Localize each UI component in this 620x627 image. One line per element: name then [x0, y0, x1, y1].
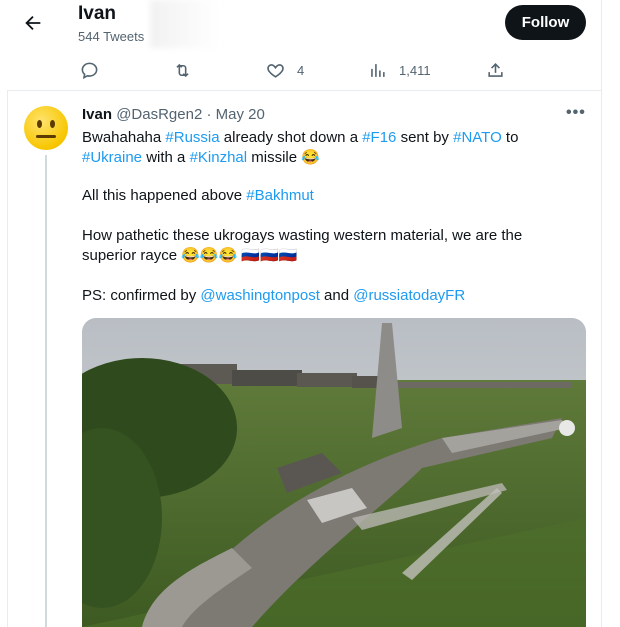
- avatar-eye: [37, 120, 42, 128]
- like-button[interactable]: 4: [266, 58, 304, 82]
- follow-button[interactable]: Follow: [505, 5, 586, 40]
- text: with a: [142, 149, 190, 166]
- views-button[interactable]: 1,411: [368, 58, 431, 82]
- retweet-icon: [176, 63, 189, 77]
- blurred-area: [150, 0, 220, 48]
- hashtag-link[interactable]: #Bakhmut: [246, 187, 314, 204]
- tweet-header: Ivan @DasRgen2 · May 20: [82, 106, 265, 123]
- tweet-date[interactable]: May 20: [216, 106, 265, 123]
- tweet-count: 544 Tweets: [78, 29, 145, 44]
- text: superior rayce 😂😂😂 🇷🇺🇷🇺🇷🇺: [82, 247, 298, 264]
- heart-icon: [267, 63, 284, 78]
- text: sent by: [396, 129, 454, 146]
- profile-name: Ivan: [78, 3, 117, 24]
- like-count: 4: [297, 62, 305, 78]
- reply-button[interactable]: [80, 58, 99, 82]
- text: already shot down a: [219, 129, 363, 146]
- separator: ·: [206, 106, 212, 123]
- avatar[interactable]: [24, 106, 68, 150]
- text: missile 😂: [247, 149, 320, 166]
- tweet-paragraph: How pathetic these ukrogays wasting west…: [82, 226, 522, 266]
- text: PS: confirmed by: [82, 287, 201, 304]
- text: and: [319, 287, 354, 304]
- text: All this happened above: [82, 187, 247, 204]
- author-name[interactable]: Ivan: [82, 106, 112, 123]
- text: How pathetic these ukrogays wasting west…: [82, 227, 523, 244]
- border: [7, 90, 8, 627]
- tweet-paragraph: PS: confirmed by @washingtonpost and @ru…: [82, 286, 465, 306]
- view-count: 1,411: [399, 62, 431, 78]
- top-bar: Ivan 544 Tweets Follow: [0, 0, 600, 50]
- more-options-icon[interactable]: •••: [566, 104, 586, 122]
- reply-icon: [81, 62, 98, 79]
- previous-tweet-actions: 4 1,411: [0, 52, 600, 88]
- hashtag-link[interactable]: #Ukraine: [82, 149, 142, 166]
- views-icon: [371, 63, 385, 77]
- avatar-eye: [50, 120, 55, 128]
- share-button[interactable]: [486, 58, 505, 82]
- divider: [7, 90, 601, 91]
- hashtag-link[interactable]: #Kinzhal: [190, 149, 248, 166]
- hashtag-link[interactable]: #F16: [362, 129, 396, 146]
- tweet-paragraph: All this happened above #Bakhmut: [82, 186, 314, 206]
- share-icon: [488, 62, 503, 77]
- text: to: [501, 129, 519, 146]
- mention-link[interactable]: @washingtonpost: [200, 287, 319, 304]
- crashed-jet-image: [82, 318, 586, 627]
- tweet-paragraph: Bwahahaha #Russia already shot down a #F…: [82, 128, 518, 168]
- border: [601, 0, 602, 627]
- retweet-button[interactable]: [173, 58, 192, 82]
- tweet-photo[interactable]: [82, 318, 586, 627]
- avatar-mouth: [36, 135, 56, 138]
- mention-link[interactable]: @russiatodayFR: [353, 287, 465, 304]
- author-handle[interactable]: @DasRgen2: [116, 106, 202, 123]
- hashtag-link[interactable]: #Russia: [165, 129, 219, 146]
- text: Bwahahaha: [82, 129, 166, 146]
- thread-line: [45, 155, 47, 627]
- hashtag-link[interactable]: #NATO: [453, 129, 502, 146]
- back-arrow-icon[interactable]: [22, 12, 46, 36]
